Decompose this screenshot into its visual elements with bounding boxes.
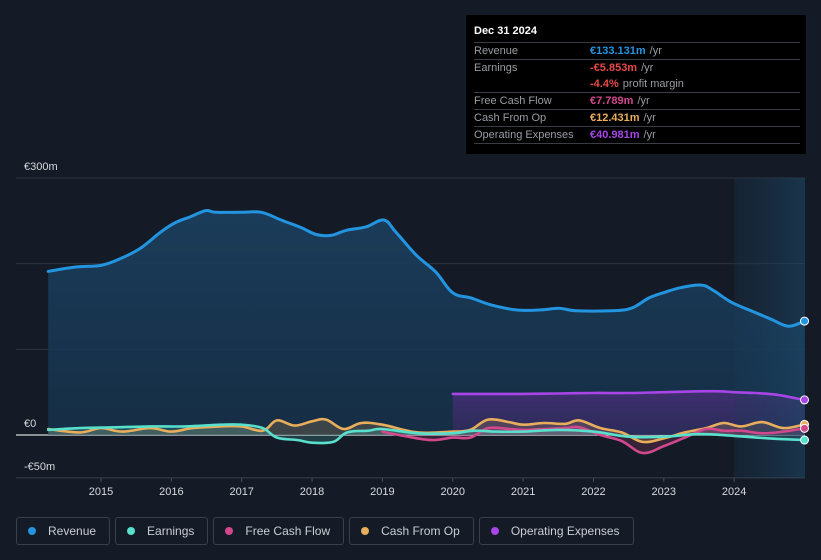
x-tick-label: 2022: [581, 486, 605, 498]
tooltip-unit: /yr: [643, 129, 656, 141]
tooltip-value: -€5.853m: [590, 62, 638, 74]
tooltip-value: €7.789m: [590, 95, 634, 107]
tooltip-unit: /yr: [649, 45, 662, 57]
tooltip-label: Operating Expenses: [474, 129, 574, 141]
tooltip-unit: /yr: [641, 62, 654, 74]
x-tick-label: 2016: [159, 486, 183, 498]
legend-dot-icon: [28, 527, 36, 535]
tooltip-row-revenue: Revenue €133.131m /yr: [474, 43, 800, 60]
revenue-endpoint: [800, 316, 809, 326]
x-tick-label: 2015: [89, 486, 113, 498]
tooltip-value: -4.4%: [590, 78, 619, 90]
tooltip-row-operating-expenses: Operating Expenses €40.981m /yr: [474, 127, 800, 144]
legend-label: Earnings: [147, 524, 195, 538]
tooltip-panel: Dec 31 2024 Revenue €133.131m /yr Earnin…: [466, 15, 806, 154]
tooltip-row-cash-from-op: Cash From Op €12.431m /yr: [474, 110, 800, 127]
legend-dot-icon: [127, 527, 136, 535]
legend-dot-icon: [490, 527, 499, 535]
y-tick-label: -€50m: [24, 461, 55, 473]
tooltip-unit: /yr: [637, 95, 650, 107]
legend-item-cash-from-op[interactable]: Cash From Op: [349, 517, 474, 545]
legend-dot-icon: [225, 527, 234, 535]
x-tick-label: 2024: [722, 486, 746, 498]
x-tick-label: 2018: [300, 486, 324, 498]
x-tick-label: 2023: [652, 486, 676, 498]
chart-legend: Revenue Earnings Free Cash Flow Cash Fro…: [16, 517, 634, 545]
x-axis: 2015 2016 2017 2018 2019 2020 2021 2022 2023 2024: [89, 477, 746, 498]
legend-item-operating-expenses[interactable]: Operating Expenses: [478, 517, 634, 545]
legend-item-free-cash-flow[interactable]: Free Cash Flow: [213, 517, 345, 545]
tooltip-label: Revenue: [474, 45, 519, 57]
tooltip-date: Dec 31 2024: [474, 23, 800, 43]
free-cash-flow-endpoint: [800, 423, 809, 433]
tooltip-label: Earnings: [474, 62, 518, 74]
tooltip-value: €133.131m: [590, 45, 646, 57]
legend-item-revenue[interactable]: Revenue: [16, 517, 111, 545]
legend-label: Cash From Op: [381, 524, 460, 538]
x-tick-label: 2020: [441, 486, 465, 498]
earnings-endpoint: [800, 435, 809, 445]
tooltip-unit: profit margin: [622, 78, 684, 90]
legend-label: Operating Expenses: [510, 524, 620, 538]
tooltip-value: €40.981m: [590, 129, 640, 141]
operating-expenses-endpoint: [800, 395, 809, 405]
legend-dot-icon: [361, 527, 370, 535]
x-tick-label: 2017: [229, 486, 253, 498]
y-tick-label: €0: [24, 418, 36, 430]
legend-label: Free Cash Flow: [245, 524, 331, 538]
series-areas: [48, 210, 805, 454]
y-tick-label: €300m: [24, 161, 58, 173]
tooltip-label: Free Cash Flow: [474, 95, 552, 107]
tooltip-row-profit-margin: -4.4% profit margin: [474, 76, 800, 93]
tooltip-row-earnings: Earnings -€5.853m /yr: [474, 60, 800, 76]
legend-label: Revenue: [48, 524, 97, 538]
tooltip-row-free-cash-flow: Free Cash Flow €7.789m /yr: [474, 93, 800, 110]
x-tick-label: 2021: [511, 486, 535, 498]
tooltip-unit: /yr: [643, 112, 656, 124]
legend-item-earnings[interactable]: Earnings: [115, 517, 209, 545]
x-tick-label: 2019: [370, 486, 394, 498]
tooltip-label: [474, 76, 590, 92]
tooltip-label: Cash From Op: [474, 112, 547, 124]
tooltip-value: €12.431m: [590, 112, 640, 124]
